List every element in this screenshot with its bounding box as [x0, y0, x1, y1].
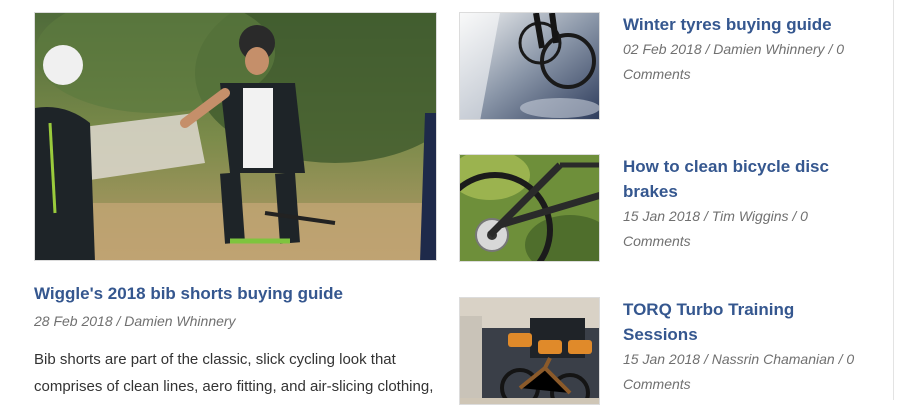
side-post-disc-brakes: How to clean bicycle disc brakes 15 Jan … [459, 154, 879, 264]
page-right-border [893, 0, 894, 400]
post-title[interactable]: How to clean bicycle disc brakes [623, 154, 873, 204]
post-thumbnail[interactable] [459, 297, 600, 405]
featured-post-image[interactable] [34, 12, 437, 261]
featured-post-meta: 28 Feb 2018 / Damien Whinnery [34, 313, 236, 329]
side-post-torq-turbo: TORQ Turbo Training Sessions 15 Jan 2018… [459, 297, 879, 407]
side-post-winter-tyres: Winter tyres buying guide 02 Feb 2018 / … [459, 12, 879, 122]
post-meta: 15 Jan 2018 / Nassrin Chamanian / 0 Comm… [623, 351, 855, 392]
featured-post-excerpt: Bib shorts are part of the classic, slic… [34, 351, 434, 395]
post-thumbnail[interactable] [459, 154, 600, 262]
post-title[interactable]: TORQ Turbo Training Sessions [623, 297, 873, 347]
post-meta: 15 Jan 2018 / Tim Wiggins / 0 Comments [623, 208, 808, 249]
post-thumbnail[interactable] [459, 12, 600, 120]
post-title[interactable]: Winter tyres buying guide [623, 12, 873, 37]
post-meta: 02 Feb 2018 / Damien Whinnery / 0 Commen… [623, 41, 845, 82]
featured-post-title[interactable]: Wiggle's 2018 bib shorts buying guide [34, 284, 444, 304]
